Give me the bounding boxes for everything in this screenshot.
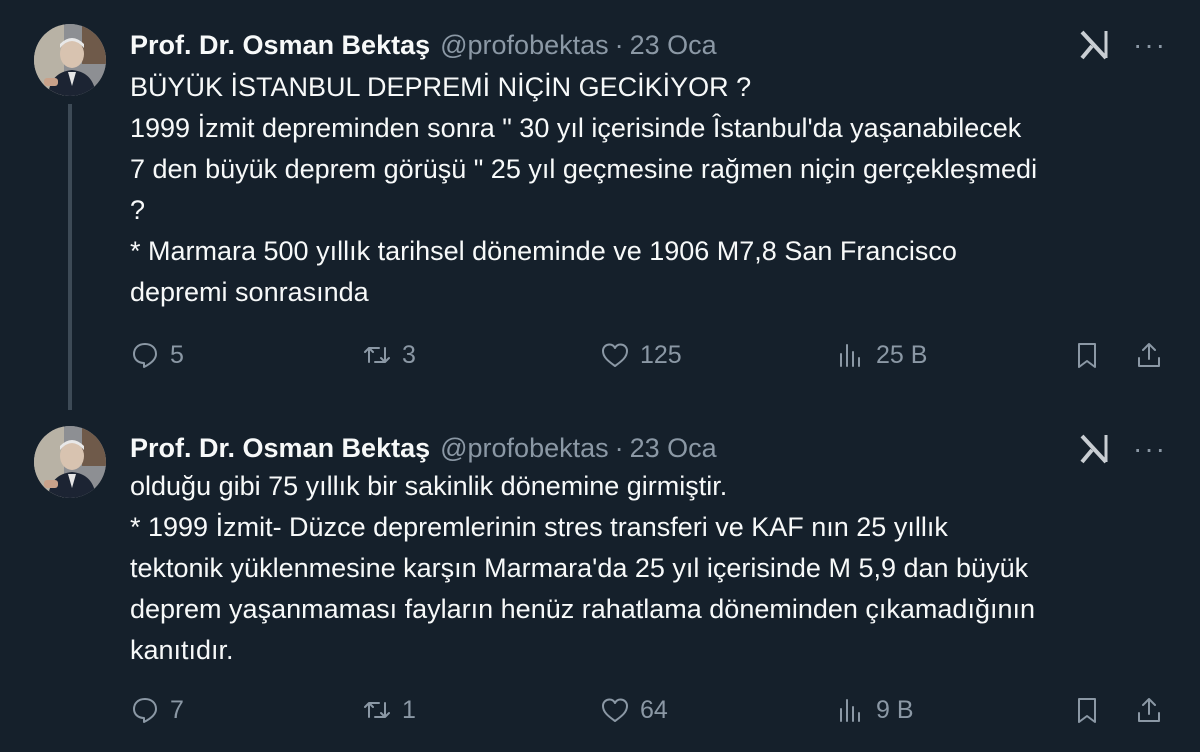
tweet-line: ? [130,195,146,225]
repost-icon [364,347,390,363]
views-count: 25 B [876,340,928,369]
tweet-actions: 5 3 125 25 B [0,335,1200,375]
share-icon [1138,343,1160,367]
more-icon[interactable]: ··· [1132,434,1168,464]
reply-count: 7 [170,695,184,724]
tweet-header: Prof. Dr. Osman Bektaş @profobektas · 23… [130,25,717,65]
bookmark-icon [1078,698,1096,723]
views-button[interactable]: 9 B [836,690,914,730]
bookmark-icon [1078,343,1096,368]
author-name[interactable]: Prof. Dr. Osman Bektaş [130,30,430,61]
tweet[interactable]: Prof. Dr. Osman Bektaş @profobektas · 23… [0,0,1200,410]
share-icon [1138,698,1160,722]
author-handle[interactable]: @profobektas [440,433,609,464]
like-count: 64 [640,695,668,724]
views-icon [840,699,860,722]
tweet-line: olduğu gibi 75 yıllık bir sakinlik dönem… [130,471,728,501]
tweet-line: BÜYÜK İSTANBUL DEPREMİ NİÇİN GECİKİYOR ? [130,72,752,102]
tweet[interactable]: Prof. Dr. Osman Bektaş @profobektas · 23… [0,410,1200,752]
avatar[interactable] [34,426,106,498]
timestamp[interactable]: 23 Oca [630,30,717,61]
like-icon [602,698,628,722]
tweet-actions: 7 1 64 9 B [0,690,1200,730]
reply-button[interactable]: 5 [130,335,184,375]
bookmark-button[interactable] [1072,690,1102,730]
tweet-line: kanıtıdır. [130,635,234,665]
like-button[interactable]: 125 [600,335,682,375]
like-icon [602,343,628,367]
avatar[interactable] [34,24,106,96]
bookmark-button[interactable] [1072,335,1102,375]
tweet-line: deprem yaşanmaması fayların henüz rahatl… [130,594,1036,624]
tweet-line: depremi sonrasında [130,277,369,307]
timestamp[interactable]: 23 Oca [630,433,717,464]
repost-count: 1 [402,695,416,724]
like-count: 125 [640,340,682,369]
share-button[interactable] [1134,335,1164,375]
views-button[interactable]: 25 B [836,335,927,375]
repost-count: 3 [402,340,416,369]
tweet-line: * Marmara 500 yıllık tarihsel döneminde … [130,236,957,266]
tweet-text: olduğu gibi 75 yıllık bir sakinlik dönem… [130,466,1180,671]
tweet-line: tektonik yüklenmesine karşın Marmara'da … [130,553,1029,583]
reply-icon [133,343,157,368]
separator: · [614,29,624,60]
reply-count: 5 [170,340,184,369]
tweet-line: 1999 İzmit depreminden sonra " 30 yıl iç… [130,113,1022,143]
repost-button[interactable]: 3 [362,335,416,375]
repost-icon [364,702,390,718]
grok-icon[interactable] [1078,28,1112,62]
separator: · [614,432,624,463]
views-count: 9 B [876,695,914,724]
views-icon [840,344,860,367]
reply-button[interactable]: 7 [130,690,184,730]
reply-icon [133,698,157,723]
tweet-text: BÜYÜK İSTANBUL DEPREMİ NİÇİN GECİKİYOR ?… [130,67,1180,313]
tweet-line: 7 den büyük deprem görüşü " 25 yıl geçme… [130,154,1038,184]
author-handle[interactable]: @profobektas [440,30,609,61]
grok-icon[interactable] [1078,432,1112,466]
share-button[interactable] [1134,690,1164,730]
author-name[interactable]: Prof. Dr. Osman Bektaş [130,433,430,464]
tweet-line: * 1999 İzmit- Düzce depremlerinin stres … [130,512,948,542]
repost-button[interactable]: 1 [362,690,416,730]
tweet-header: Prof. Dr. Osman Bektaş @profobektas · 23… [130,428,717,468]
like-button[interactable]: 64 [600,690,668,730]
more-icon[interactable]: ··· [1132,30,1168,60]
